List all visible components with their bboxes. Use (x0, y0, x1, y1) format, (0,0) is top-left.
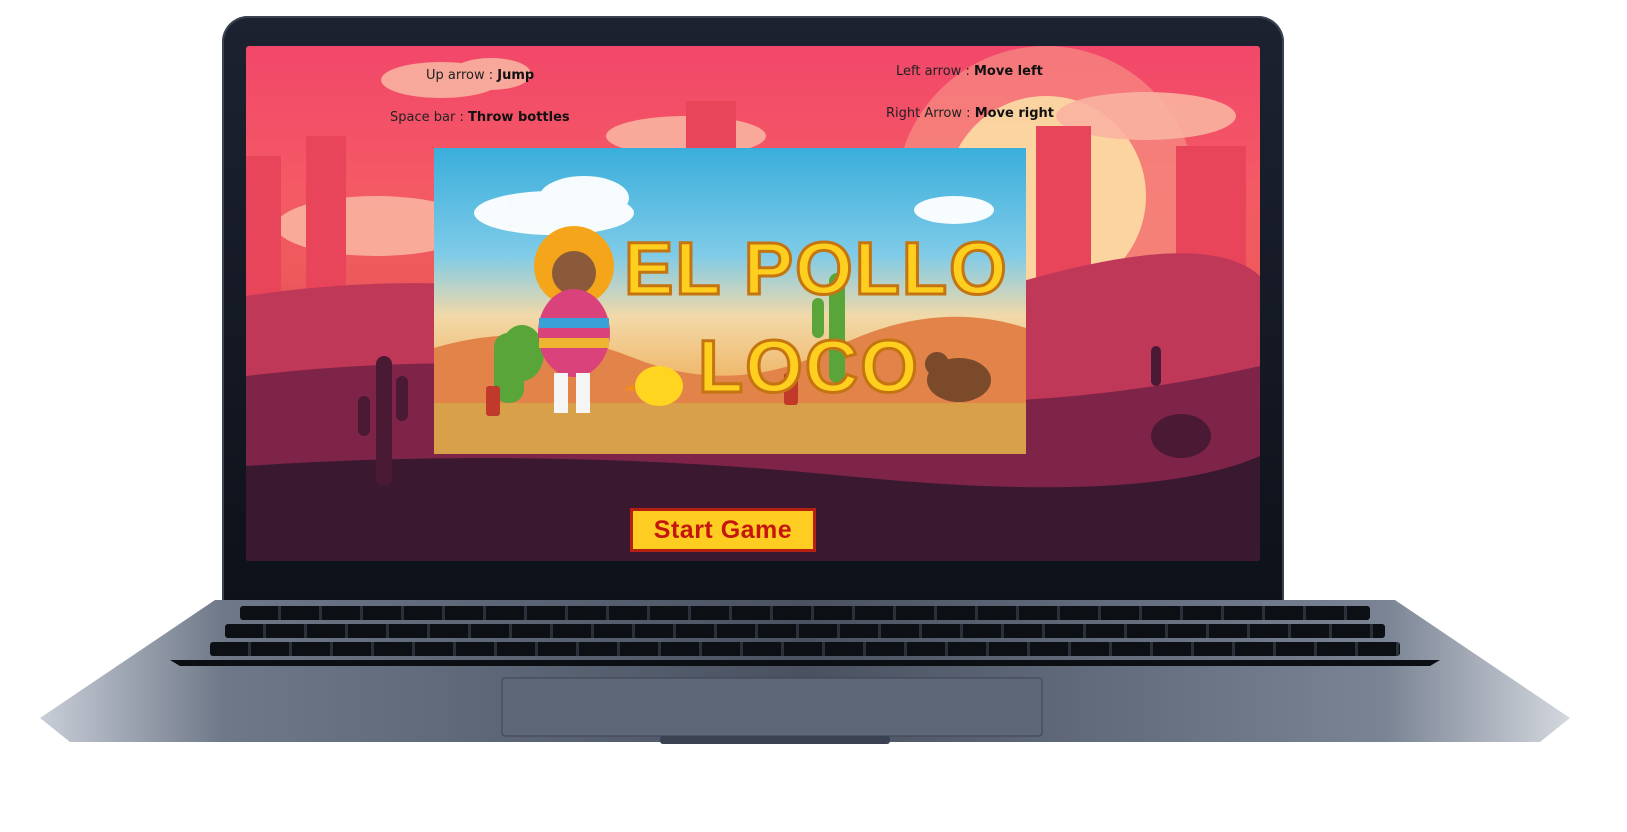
control-action: Jump (497, 68, 535, 83)
key-row (225, 624, 1385, 638)
title-card-image: EL POLLO LOCO (434, 148, 1026, 454)
control-hint-throw: Space bar : Throw bottles (390, 110, 570, 125)
control-hint-move-left: Left arrow : Move left (896, 64, 1043, 79)
sand-ground (434, 403, 1026, 454)
trackpad (501, 677, 1043, 737)
start-game-label: Start Game (653, 515, 793, 544)
control-hint-move-right: Right Arrow : Move right (886, 106, 1054, 121)
control-action: Move right (974, 106, 1055, 121)
keyboard-deck (40, 600, 1570, 750)
control-action: Move left (973, 64, 1043, 79)
control-hint-jump: Up arrow : Jump (426, 68, 534, 83)
key-row (240, 606, 1370, 620)
hinge-notch (660, 736, 890, 744)
control-key: Up arrow : (426, 68, 494, 83)
control-action: Throw bottles (467, 110, 570, 125)
start-game-button[interactable]: Start Game (630, 508, 816, 552)
keyboard-base (40, 600, 1570, 744)
keyboard-strip (170, 660, 1440, 666)
control-key: Space bar : (390, 110, 464, 125)
control-key: Left arrow : (896, 64, 970, 79)
logo-line-1: EL POLLO (623, 226, 1009, 312)
control-key: Right Arrow : (886, 106, 971, 121)
logo-line-2: LOCO (697, 324, 920, 410)
key-row (210, 642, 1400, 656)
